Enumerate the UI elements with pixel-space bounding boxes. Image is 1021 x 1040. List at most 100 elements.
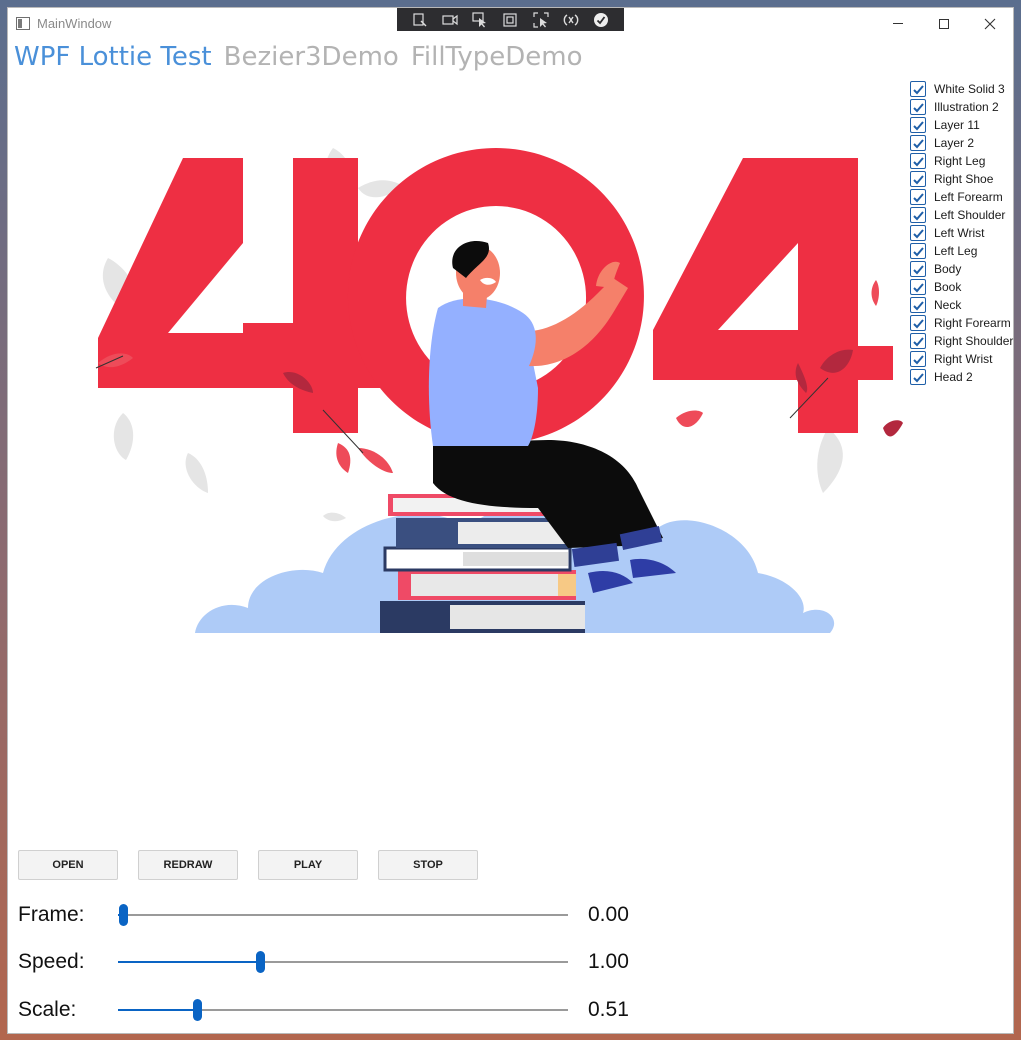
scale-slider-row: Scale: 0.51 xyxy=(18,995,658,1025)
layer-checkbox[interactable] xyxy=(910,225,926,241)
layer-label: Illustration 2 xyxy=(934,100,999,114)
layer-label: Right Shoe xyxy=(934,172,994,186)
layer-item[interactable]: Right Shoe xyxy=(910,170,1013,188)
layer-label: Book xyxy=(934,280,962,294)
layer-item[interactable]: Left Shoulder xyxy=(910,206,1013,224)
layer-item[interactable]: Right Forearm xyxy=(910,314,1013,332)
layer-item[interactable]: Head 2 xyxy=(910,368,1013,386)
debug-toolbar xyxy=(397,8,624,31)
layer-checkbox[interactable] xyxy=(910,315,926,331)
layer-label: Neck xyxy=(934,298,962,312)
layer-checkbox[interactable] xyxy=(910,153,926,169)
layer-item[interactable]: White Solid 3 xyxy=(910,80,1013,98)
layer-checkbox[interactable] xyxy=(910,135,926,151)
layer-checkbox[interactable] xyxy=(910,207,926,223)
scale-slider[interactable] xyxy=(118,999,568,1021)
minimize-icon xyxy=(893,23,903,24)
layer-checkbox[interactable] xyxy=(910,243,926,259)
scale-slider-fill xyxy=(118,1009,197,1011)
layer-checkbox[interactable] xyxy=(910,117,926,133)
layer-item[interactable]: Book xyxy=(910,278,1013,296)
layer-label: Left Forearm xyxy=(934,190,1003,204)
layer-item[interactable]: Right Wrist xyxy=(910,350,1013,368)
checkmark-icon xyxy=(912,282,924,292)
checkmark-icon xyxy=(912,156,924,166)
layer-label: Right Leg xyxy=(934,154,986,168)
scale-value: 0.51 xyxy=(588,998,629,1021)
layer-checkbox[interactable] xyxy=(910,171,926,187)
speed-slider-fill xyxy=(118,961,260,963)
layer-checkbox[interactable] xyxy=(910,333,926,349)
checkmark-icon xyxy=(912,372,924,382)
hot-reload-icon[interactable] xyxy=(562,12,580,28)
checkmark-icon xyxy=(912,192,924,202)
scale-label: Scale: xyxy=(18,998,77,1021)
lottie-animation-canvas xyxy=(95,148,903,633)
pointer-icon[interactable] xyxy=(471,11,489,28)
close-button[interactable] xyxy=(967,8,1013,39)
layer-item[interactable]: Right Shoulder xyxy=(910,332,1013,350)
speed-value: 1.00 xyxy=(588,950,629,973)
checkmark-icon xyxy=(912,174,924,184)
layer-item[interactable]: Right Leg xyxy=(910,152,1013,170)
main-window: MainWindow WPF Lottie Test Bezier3Demo F… xyxy=(7,7,1014,1034)
layer-label: Left Leg xyxy=(934,244,978,258)
layer-item[interactable]: Left Leg xyxy=(910,242,1013,260)
layer-label: Layer 2 xyxy=(934,136,975,150)
speed-slider-thumb[interactable] xyxy=(256,951,265,973)
app-icon xyxy=(16,17,30,30)
checkmark-icon xyxy=(912,246,924,256)
frame-slider-thumb[interactable] xyxy=(119,904,128,926)
redraw-button[interactable]: REDRAW xyxy=(138,850,238,880)
frame-label: Frame: xyxy=(18,903,85,926)
record-icon[interactable] xyxy=(441,12,459,28)
layer-list: White Solid 3 Illustration 2 Layer 11 Layer… xyxy=(910,80,1013,386)
checkmark-icon xyxy=(912,102,924,112)
checkmark-icon xyxy=(912,120,924,130)
layer-label: Body xyxy=(934,262,962,276)
stop-button[interactable]: STOP xyxy=(378,850,478,880)
select-element-icon[interactable] xyxy=(411,12,429,28)
maximize-button[interactable] xyxy=(921,8,967,39)
layer-label: White Solid 3 xyxy=(934,82,1005,96)
layer-item[interactable]: Body xyxy=(910,260,1013,278)
play-button[interactable]: PLAY xyxy=(258,850,358,880)
layer-label: Right Wrist xyxy=(934,352,993,366)
layer-checkbox[interactable] xyxy=(910,351,926,367)
layer-checkbox[interactable] xyxy=(910,99,926,115)
checkmark-icon xyxy=(912,228,924,238)
layer-checkbox[interactable] xyxy=(910,189,926,205)
layer-item[interactable]: Layer 2 xyxy=(910,134,1013,152)
layer-label: Left Shoulder xyxy=(934,208,1006,222)
layer-item[interactable]: Illustration 2 xyxy=(910,98,1013,116)
checkmark-icon xyxy=(912,84,924,94)
maximize-icon xyxy=(939,18,949,29)
title-bar: MainWindow xyxy=(8,8,1013,39)
layer-item[interactable]: Left Wrist xyxy=(910,224,1013,242)
layer-item[interactable]: Neck xyxy=(910,296,1013,314)
frame-slider[interactable] xyxy=(118,904,568,926)
layer-label: Head 2 xyxy=(934,370,973,384)
layer-checkbox[interactable] xyxy=(910,261,926,277)
open-button[interactable]: OPEN xyxy=(18,850,118,880)
frame-value: 0.00 xyxy=(588,903,629,926)
layer-checkbox[interactable] xyxy=(910,297,926,313)
layer-label: Left Wrist xyxy=(934,226,985,240)
speed-label: Speed: xyxy=(18,950,85,973)
layer-checkbox[interactable] xyxy=(910,369,926,385)
layer-label: Layer 11 xyxy=(934,118,980,132)
frame-icon[interactable] xyxy=(501,12,519,28)
layer-item[interactable]: Left Forearm xyxy=(910,188,1013,206)
checkmark-icon xyxy=(912,300,924,310)
layer-checkbox[interactable] xyxy=(910,279,926,295)
layer-checkbox[interactable] xyxy=(910,81,926,97)
inspect-icon[interactable] xyxy=(532,11,550,28)
minimize-button[interactable] xyxy=(875,8,921,39)
checkmark-icon[interactable] xyxy=(592,12,610,28)
layer-item[interactable]: Layer 11 xyxy=(910,116,1013,134)
layer-label: Right Forearm xyxy=(934,316,1011,330)
layer-label: Right Shoulder xyxy=(934,334,1014,348)
checkmark-icon xyxy=(912,336,924,346)
speed-slider[interactable] xyxy=(118,951,568,973)
scale-slider-thumb[interactable] xyxy=(193,999,202,1021)
